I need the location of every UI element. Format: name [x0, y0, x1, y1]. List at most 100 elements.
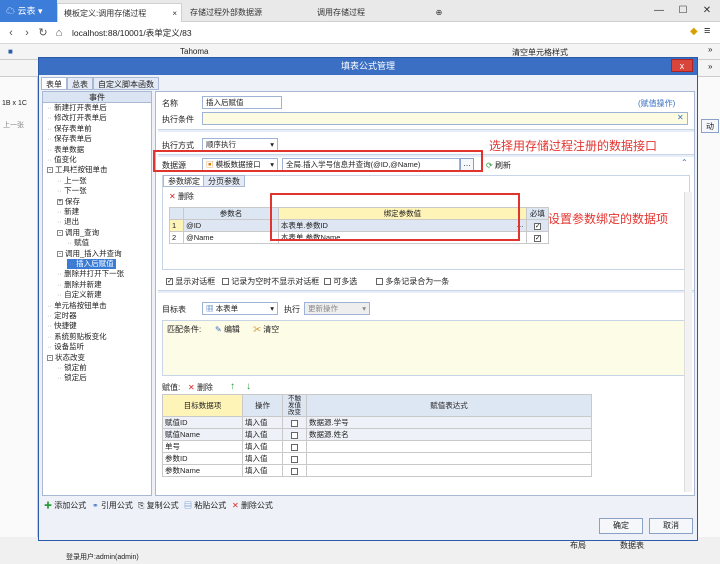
- collapse-icon[interactable]: ⌃: [681, 158, 688, 167]
- no-trigger-checkbox[interactable]: [291, 443, 298, 451]
- required-checkbox[interactable]: ✓: [533, 222, 541, 230]
- menu-icon[interactable]: ≡: [704, 25, 710, 37]
- tree-item[interactable]: ·· 退出: [57, 217, 79, 227]
- minimize-button[interactable]: —: [648, 2, 670, 20]
- target-select[interactable]: ▦ 本表单 ▾: [202, 302, 278, 315]
- expander-icon[interactable]: -: [57, 229, 63, 236]
- tree-item[interactable]: + 保存: [57, 197, 80, 207]
- tab-param-binding[interactable]: 参数绑定: [163, 175, 205, 187]
- tab-form[interactable]: 表单: [41, 77, 67, 90]
- assign-delete-button[interactable]: ✕ 删除: [188, 382, 213, 393]
- tab-summary[interactable]: 总表: [67, 77, 93, 90]
- option-show-dialog[interactable]: ✓ 显示对话框: [166, 276, 215, 287]
- ok-button[interactable]: 确定: [599, 518, 643, 534]
- copy-formula-button[interactable]: ⎘ 复制公式: [138, 499, 179, 513]
- expander-icon[interactable]: -: [57, 250, 63, 257]
- tree-item[interactable]: ·· 删除并打开下一张: [57, 269, 124, 279]
- expander-icon[interactable]: -: [47, 354, 53, 361]
- option-hide-empty[interactable]: 记录为空时不显示对话框: [222, 276, 319, 287]
- tree-item[interactable]: ·· 定时器: [47, 311, 77, 321]
- tree-item[interactable]: - 工具栏按钮单击: [47, 165, 108, 175]
- no-trigger-checkbox[interactable]: [291, 455, 298, 463]
- browser-tab-active[interactable]: 模板定义:调用存储过程 ×: [57, 3, 182, 22]
- browser-tab-2[interactable]: 存储过程外部数据源: [184, 3, 309, 22]
- tree-item[interactable]: ·· 新建: [57, 207, 79, 217]
- exec-select[interactable]: 更新操作 ▾: [304, 302, 370, 315]
- tab-paging-param[interactable]: 分页参数: [203, 175, 245, 187]
- tree-item[interactable]: ·· 下一张: [57, 186, 87, 196]
- browser-tab-3[interactable]: 调用存储过程: [311, 3, 429, 22]
- no-trigger-checkbox[interactable]: [291, 431, 298, 439]
- no-trigger-checkbox[interactable]: [291, 467, 298, 475]
- cloud-app-button[interactable]: ☁ 云表 ▾: [0, 0, 57, 22]
- tree-item[interactable]: - 调用_插入并查询: [57, 249, 122, 259]
- tree-item[interactable]: ·· 删除并新建: [57, 280, 102, 290]
- tree-item[interactable]: - 调用_查询: [57, 228, 99, 238]
- option-merge-records[interactable]: 多条记录合为一条: [376, 276, 449, 287]
- delete-formula-button[interactable]: ✕ 删除公式: [232, 499, 273, 513]
- clear-icon[interactable]: ✕: [677, 113, 684, 122]
- no-trigger-checkbox[interactable]: [291, 419, 298, 427]
- maximize-button[interactable]: ☐: [672, 2, 694, 20]
- add-formula-button[interactable]: ✚ 添加公式: [44, 499, 86, 513]
- font-select[interactable]: Tahoma: [180, 47, 208, 56]
- datatable-tab[interactable]: 数据表: [620, 540, 644, 551]
- tree-item[interactable]: ·· 快捷键: [47, 321, 77, 331]
- tree-item[interactable]: ·· 修改打开表单后: [47, 113, 107, 123]
- dialog-close-button[interactable]: x: [671, 59, 693, 72]
- paste-formula-button[interactable]: ▤ 粘贴公式: [184, 499, 226, 513]
- name-input[interactable]: 插入后赋值: [202, 96, 282, 109]
- expand-icon[interactable]: »: [708, 45, 712, 54]
- close-window-button[interactable]: ✕: [696, 2, 718, 20]
- option-multi-select[interactable]: 可多选: [324, 276, 357, 287]
- expand-icon-2[interactable]: »: [708, 62, 712, 71]
- ref-formula-button[interactable]: ⚭ 引用公式: [92, 499, 133, 513]
- table-row[interactable]: 单号 填入值: [162, 440, 592, 453]
- table-row[interactable]: 参数Name 填入值: [162, 464, 592, 477]
- match-edit-button[interactable]: ✎ 编辑: [215, 324, 240, 335]
- tree-item[interactable]: ·· 锁定前: [57, 363, 87, 373]
- refresh-button[interactable]: ⟳ 刷新: [486, 160, 511, 171]
- tree-item[interactable]: ·· 系统剪贴板变化: [47, 332, 107, 342]
- tree-item[interactable]: ·· 锁定后: [57, 373, 87, 383]
- table-row[interactable]: 赋值ID 填入值 数据源.学号: [162, 416, 592, 429]
- table-row[interactable]: 参数ID 填入值: [162, 452, 592, 465]
- splitter[interactable]: [158, 129, 694, 132]
- close-icon[interactable]: ×: [172, 4, 177, 23]
- expander-icon[interactable]: -: [47, 167, 53, 174]
- expander-icon[interactable]: +: [57, 198, 63, 205]
- home-icon[interactable]: ⌂: [52, 25, 66, 41]
- tree-item[interactable]: - 状态改变: [47, 353, 85, 363]
- tree-item[interactable]: ·· 自定义新建: [57, 290, 102, 300]
- forward-icon[interactable]: ›: [20, 25, 34, 41]
- url-field[interactable]: localhost:88/10001/表单定义/83: [72, 27, 192, 39]
- tree-item[interactable]: ·· 单元格按钮单击: [47, 301, 107, 311]
- cancel-button[interactable]: 取消: [649, 518, 693, 534]
- new-tab-icon[interactable]: ⊕: [432, 3, 446, 22]
- tree-item[interactable]: ·· 上一张: [57, 176, 87, 186]
- save-icon[interactable]: ■: [8, 47, 13, 56]
- back-icon[interactable]: ‹: [4, 25, 18, 41]
- move-down-icon[interactable]: ↓: [246, 381, 251, 392]
- tab-custom-script[interactable]: 自定义脚本函数: [93, 77, 159, 90]
- tree-item[interactable]: ·· 值变化: [47, 155, 77, 165]
- match-clear-button[interactable]: ✂ 清空: [253, 324, 279, 335]
- tree-item[interactable]: ·· 设备监听: [47, 342, 84, 352]
- reload-icon[interactable]: ↻: [36, 25, 50, 41]
- vertical-scrollbar[interactable]: [684, 192, 692, 492]
- tree-item[interactable]: ·· 插入后赋值: [67, 259, 116, 270]
- layout-tab[interactable]: 布局: [570, 540, 586, 551]
- tree-item[interactable]: ·· 表单数据: [47, 145, 84, 155]
- tree-item[interactable]: ·· 保存表单后: [47, 134, 92, 144]
- tree-item[interactable]: ·· 赋值: [67, 238, 89, 248]
- table-row[interactable]: 赋值Name 填入值 数据源.姓名: [162, 428, 592, 441]
- param-delete-button[interactable]: ✕ 删除: [169, 191, 194, 202]
- condition-input[interactable]: [202, 112, 688, 125]
- tree-item[interactable]: ·· 保存表单前: [47, 124, 92, 134]
- tree-item[interactable]: ·· 新建打开表单后: [47, 103, 107, 113]
- required-checkbox[interactable]: ✓: [533, 234, 541, 242]
- extension-icon[interactable]: ◆: [690, 26, 698, 37]
- move-up-icon[interactable]: ↑: [230, 381, 235, 392]
- splitter-3[interactable]: [158, 290, 694, 293]
- right-action-button[interactable]: 动: [701, 119, 719, 133]
